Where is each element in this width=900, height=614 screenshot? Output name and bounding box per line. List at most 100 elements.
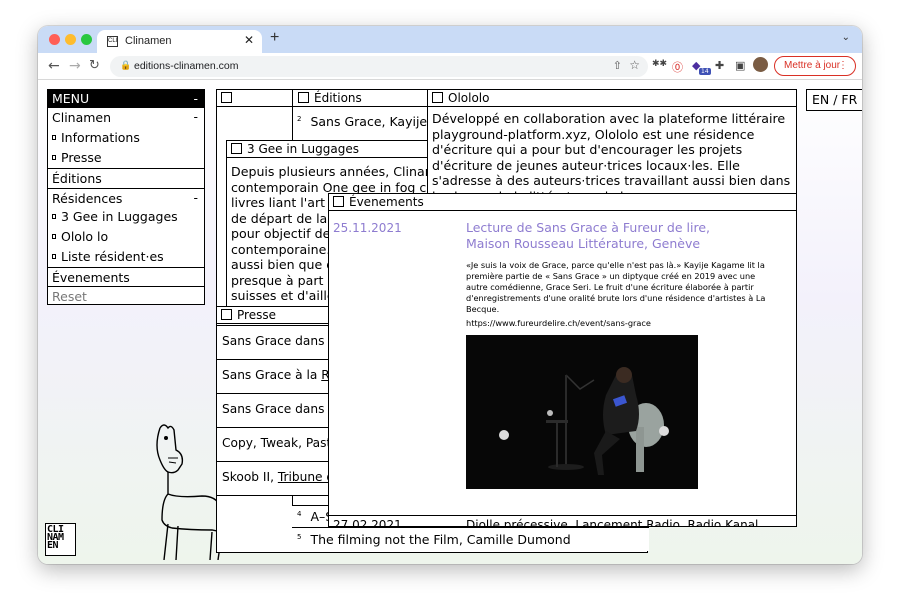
menu-toggle-button[interactable]: - [193, 190, 198, 205]
more-menu-icon[interactable]: ⋮ [838, 57, 848, 75]
extension-badge: 14 [699, 68, 711, 75]
reading-performance-image [466, 335, 698, 489]
ololo-window: Olololo Développé en collaboration avec … [427, 89, 797, 201]
menu-item-label: Résidences [52, 191, 123, 206]
bullet-icon [52, 234, 56, 239]
close-window-button[interactable] [49, 34, 60, 45]
menu-item-label: Éditions [52, 171, 102, 186]
ololo-close-checkbox[interactable] [432, 92, 443, 103]
menu-item-clinamen[interactable]: Clinamen - [48, 108, 204, 128]
main-menu: MENU - Clinamen - Informations Presse Éd… [47, 89, 205, 305]
tab-title: Clinamen [125, 35, 172, 47]
edition-title: The filming not the Film, Camille Dumond [310, 532, 571, 547]
editions-list-checkbox[interactable] [298, 92, 309, 103]
event-title[interactable]: Diolle précessive, Lancement Radio, Radi… [466, 518, 758, 526]
press-text: Sans Grace à la [222, 368, 322, 382]
edition-number: 5 [297, 532, 302, 541]
event-description: «Je suis la voix de Grace, parce qu'elle… [466, 260, 766, 314]
edition-row[interactable]: 2 Sans Grace, Kayije K [297, 114, 439, 129]
menu-item-label: 3 Gee in Luggages [61, 209, 178, 224]
menu-item-3-gee[interactable]: 3 Gee in Luggages [48, 207, 204, 227]
editions-close-checkbox[interactable] [221, 92, 232, 103]
event-date: 27.02.2021 [333, 518, 402, 527]
evenements-title: Évenements [349, 195, 424, 209]
menu-item-label: Évenements [52, 270, 130, 285]
menu-item-informations[interactable]: Informations [48, 128, 204, 148]
browser-toolbar: ← → ↻ 🔒 editions-clinamen.com ⇧ ☆ ✱✱ ⓪ ◆… [38, 53, 862, 80]
ololo-text: Développé en collaboration avec la plate… [432, 111, 791, 200]
editions-title-cell: Éditions [292, 90, 362, 107]
share-icon[interactable]: ⇧ [613, 59, 622, 72]
text-line: Depuis plusieurs années, Clinamen [231, 164, 450, 179]
update-button-label: Mettre à jour [784, 60, 841, 71]
clinamen-logo[interactable]: CLI NAM EN [45, 523, 76, 556]
event-photo [466, 335, 698, 489]
menu-reset-button[interactable]: Reset [48, 286, 204, 306]
event-title[interactable]: Lecture de Sans Grace à Fureur de lire, … [466, 220, 756, 252]
ololo-header[interactable]: Olololo [428, 90, 796, 107]
menu-item-ololo[interactable]: Ololo lo [48, 227, 204, 247]
bullet-icon [52, 214, 56, 219]
side-panel-icon[interactable]: ▣ [735, 59, 745, 72]
address-bar[interactable]: 🔒 editions-clinamen.com ⇧ ☆ [110, 56, 648, 77]
url-text: editions-clinamen.com [134, 60, 239, 72]
menu-item-editions[interactable]: Éditions [48, 168, 204, 188]
bookmark-star-icon[interactable]: ☆ [629, 58, 640, 72]
update-browser-button[interactable]: Mettre à jour ⋮ [774, 56, 856, 76]
forward-arrow-icon[interactable]: → [69, 58, 81, 74]
puzzle-extensions-icon[interactable]: ✚ [715, 59, 724, 72]
press-link[interactable]: Tribune d [278, 470, 334, 484]
edition-number: 2 [297, 114, 302, 123]
event-url-link[interactable]: https://www.fureurdelire.ch/event/sans-g… [466, 318, 651, 329]
lock-icon: 🔒 [120, 60, 132, 70]
press-text: Sans Grace dans [222, 402, 329, 416]
3-gee-title: 3 Gee in Luggages [247, 142, 360, 156]
menu-item-label: Clinamen [52, 110, 112, 125]
press-text: Skoob II, [222, 470, 278, 484]
minimize-window-button[interactable] [65, 34, 76, 45]
menu-item-residents[interactable]: Liste résident·es [48, 247, 204, 267]
reload-icon[interactable]: ↻ [89, 58, 100, 73]
llama-illustration [156, 424, 223, 560]
menu-header[interactable]: MENU - [48, 90, 204, 108]
bullet-icon [52, 254, 56, 259]
editions-title: Éditions [314, 91, 362, 105]
new-tab-icon[interactable]: + [270, 29, 279, 47]
menu-item-evenements[interactable]: Évenements [48, 267, 204, 287]
event-date: 25.11.2021 [333, 221, 402, 235]
menu-item-label: Liste résident·es [61, 249, 164, 264]
tab-clinamen[interactable]: CLI Clinamen ✕ [97, 30, 262, 53]
website-page: MENU - Clinamen - Informations Presse Éd… [38, 80, 862, 564]
tab-list-chevron-icon[interactable]: ⌄ [842, 32, 850, 43]
menu-item-presse[interactable]: Presse [48, 148, 204, 168]
presse-close-checkbox[interactable] [221, 309, 232, 320]
zoom-window-button[interactable] [81, 34, 92, 45]
menu-collapse-button[interactable]: - [193, 91, 198, 106]
menu-item-label: Presse [61, 150, 102, 165]
ololo-title: Olololo [448, 91, 490, 105]
presse-title: Presse [237, 308, 276, 322]
menu-item-label: Informations [61, 130, 140, 145]
browser-window: CLI Clinamen ✕ + ⌄ ← → ↻ 🔒 editions-clin… [38, 26, 862, 564]
menu-title: MENU [52, 91, 90, 106]
key-icon[interactable]: ✱✱ [652, 59, 667, 69]
tab-close-icon[interactable]: ✕ [244, 33, 254, 47]
opera-extension-icon[interactable]: ⓪ [672, 59, 683, 75]
evenements-window: Évenements 25.11.2021 Lecture de Sans Gr… [328, 193, 797, 527]
profile-avatar[interactable] [753, 57, 768, 72]
menu-item-residences[interactable]: Résidences - [48, 188, 204, 208]
event-divider [329, 515, 796, 516]
edition-row[interactable]: 5 The filming not the Film, Camille Dumo… [292, 527, 649, 551]
press-text: Sans Grace dans [222, 334, 329, 348]
language-switcher[interactable]: EN / FR [806, 89, 862, 111]
menu-toggle-button[interactable]: - [193, 109, 198, 124]
back-arrow-icon[interactable]: ← [48, 58, 60, 74]
3-gee-close-checkbox[interactable] [231, 143, 242, 154]
evenements-header[interactable]: Évenements [329, 194, 796, 211]
bullet-icon [52, 135, 56, 140]
evenements-close-checkbox[interactable] [333, 196, 344, 207]
menu-item-label: Ololo lo [61, 229, 109, 244]
favicon-icon: CLI [107, 36, 118, 47]
press-text: Copy, Tweak, Past [222, 436, 332, 450]
3-gee-header[interactable]: 3 Gee in Luggages [227, 141, 449, 158]
